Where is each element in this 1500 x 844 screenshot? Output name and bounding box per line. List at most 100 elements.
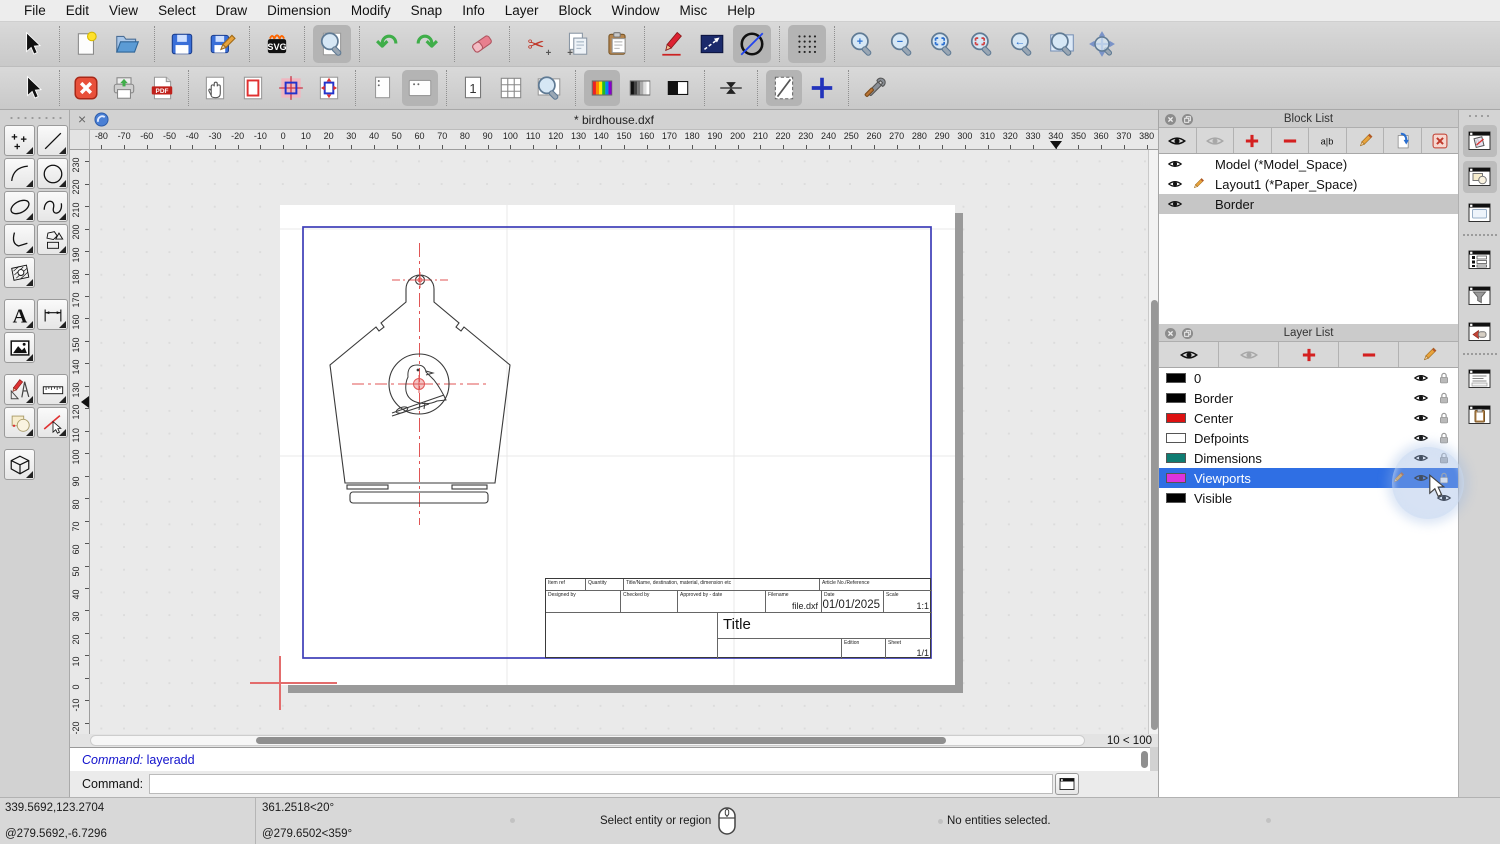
save-button[interactable]: [163, 25, 201, 63]
document-close-icon[interactable]: ×: [78, 111, 86, 127]
vrefresh-button[interactable]: [713, 70, 749, 106]
lock-icon[interactable]: [1435, 470, 1453, 486]
select-rect-button[interactable]: [693, 25, 731, 63]
layer-row-viewports[interactable]: Viewports: [1159, 468, 1458, 488]
dimension-tool-button[interactable]: [37, 299, 68, 330]
command-history-scrollbar[interactable]: [1141, 751, 1148, 768]
cut-button[interactable]: ✂ +: [518, 25, 556, 63]
save-as-button[interactable]: [203, 25, 241, 63]
dock-quick-toggle-button[interactable]: [1463, 316, 1497, 348]
zoom-pan-button[interactable]: [1083, 25, 1121, 63]
menu-edit[interactable]: Edit: [56, 3, 99, 18]
pan-hand-button[interactable]: [197, 70, 233, 106]
color-mode-button[interactable]: [584, 70, 620, 106]
menu-info[interactable]: Info: [452, 3, 495, 18]
command-input[interactable]: [149, 774, 1054, 794]
block-list-close-icon[interactable]: [1164, 113, 1177, 126]
spline-tool-button[interactable]: [37, 191, 68, 222]
zoom-select-button[interactable]: [963, 25, 1001, 63]
menu-window[interactable]: Window: [602, 3, 670, 18]
menu-file[interactable]: File: [14, 3, 56, 18]
fit-paper-button[interactable]: [273, 70, 309, 106]
layer-row-defpoints[interactable]: Defpoints: [1159, 428, 1458, 448]
block-row-model[interactable]: Model (*Model_Space): [1159, 154, 1458, 174]
block-insert-block-button[interactable]: [1384, 128, 1422, 153]
layer-eye-button[interactable]: [1159, 342, 1219, 367]
dock-block-toggle-button[interactable]: [1462, 125, 1497, 157]
eye-icon[interactable]: [1412, 410, 1430, 426]
block-list-float-icon[interactable]: [1181, 113, 1194, 126]
vertical-scrollbar-thumb[interactable]: [1150, 300, 1158, 730]
block-plus-red-button[interactable]: [1234, 128, 1272, 153]
zoom-page-button[interactable]: [531, 70, 567, 106]
paper-border-button[interactable]: [235, 70, 271, 106]
grayscale-mode-button[interactable]: [622, 70, 658, 106]
pointer-button[interactable]: [13, 25, 51, 63]
eye-icon[interactable]: [1412, 430, 1430, 446]
scale-viewport-button[interactable]: [311, 70, 347, 106]
file-new-button[interactable]: [68, 25, 106, 63]
command-options-button[interactable]: [1055, 773, 1080, 795]
points-tool-button[interactable]: [4, 125, 35, 156]
layer-plus-red-button[interactable]: [1279, 342, 1339, 367]
block-remove-block-button[interactable]: [1422, 128, 1459, 153]
undo-button[interactable]: ↶: [368, 25, 406, 63]
eye-icon[interactable]: [1435, 490, 1453, 506]
menu-misc[interactable]: Misc: [670, 3, 718, 18]
block-minus-red-button[interactable]: [1272, 128, 1309, 153]
eye-icon[interactable]: [1412, 390, 1430, 406]
print-button[interactable]: [106, 70, 142, 106]
dock-command-toggle-button[interactable]: [1463, 363, 1497, 395]
eraser-button[interactable]: [463, 25, 501, 63]
bw-mode-button[interactable]: [660, 70, 696, 106]
lock-icon[interactable]: [1435, 450, 1453, 466]
zoom-auto-button[interactable]: [923, 25, 961, 63]
pencil-red-button[interactable]: [653, 25, 691, 63]
print-preview-button[interactable]: [313, 25, 351, 63]
menu-modify[interactable]: Modify: [341, 3, 401, 18]
folder-open-button[interactable]: [108, 25, 146, 63]
vertical-scrollbar[interactable]: [1148, 150, 1158, 734]
ellipse-tool-button[interactable]: [4, 191, 35, 222]
menu-select[interactable]: Select: [148, 3, 206, 18]
arc-tool-button[interactable]: [4, 158, 35, 189]
menu-dimension[interactable]: Dimension: [257, 3, 341, 18]
menu-layer[interactable]: Layer: [495, 3, 549, 18]
svg-export-button[interactable]: SVG: [258, 25, 296, 63]
layer-minus-red-button[interactable]: [1339, 342, 1399, 367]
order-tool-button[interactable]: [4, 407, 35, 438]
solid3d-tool-button[interactable]: [4, 449, 35, 480]
select-entity-tool-button[interactable]: [37, 407, 68, 438]
layer-pencil-edit-button[interactable]: [1399, 342, 1458, 367]
polygon-tool-button[interactable]: [37, 224, 68, 255]
horizontal-scrollbar[interactable]: [90, 735, 1085, 746]
dock-library-toggle-button[interactable]: [1463, 197, 1497, 229]
lock-icon[interactable]: [1435, 430, 1453, 446]
construction-button[interactable]: [733, 25, 771, 63]
block-eye-button[interactable]: [1159, 128, 1197, 153]
circle-tool-button[interactable]: [37, 158, 68, 189]
menu-draw[interactable]: Draw: [206, 3, 258, 18]
zoom-out-button[interactable]: −: [883, 25, 921, 63]
zoom-in-button[interactable]: +: [843, 25, 881, 63]
block-pencil-edit-button[interactable]: [1347, 128, 1384, 153]
eye-icon[interactable]: [1165, 196, 1185, 212]
draft-mode-button[interactable]: [766, 70, 802, 106]
image-tool-tool-button[interactable]: [4, 332, 35, 363]
text-tool-tool-button[interactable]: A: [4, 299, 35, 330]
drawing-canvas[interactable]: Item ref Quantity Title/Name, destinatio…: [90, 150, 1148, 734]
lock-icon[interactable]: [1435, 410, 1453, 426]
eye-icon[interactable]: [1412, 450, 1430, 466]
dock-drag-handle[interactable]: [1466, 113, 1493, 119]
pencil-edit-icon[interactable]: [1389, 470, 1407, 486]
hatch-tool-button[interactable]: [4, 257, 35, 288]
line-tool-button[interactable]: [37, 125, 68, 156]
paste-button[interactable]: [598, 25, 636, 63]
modify-tool-button[interactable]: [4, 374, 35, 405]
layer-list-close-icon[interactable]: [1164, 327, 1177, 340]
menu-snap[interactable]: Snap: [401, 3, 453, 18]
page-landscape-button[interactable]: [402, 70, 438, 106]
lock-icon[interactable]: [1435, 370, 1453, 386]
layer-row-visible[interactable]: Visible: [1159, 488, 1458, 508]
eye-icon[interactable]: [1165, 156, 1185, 172]
